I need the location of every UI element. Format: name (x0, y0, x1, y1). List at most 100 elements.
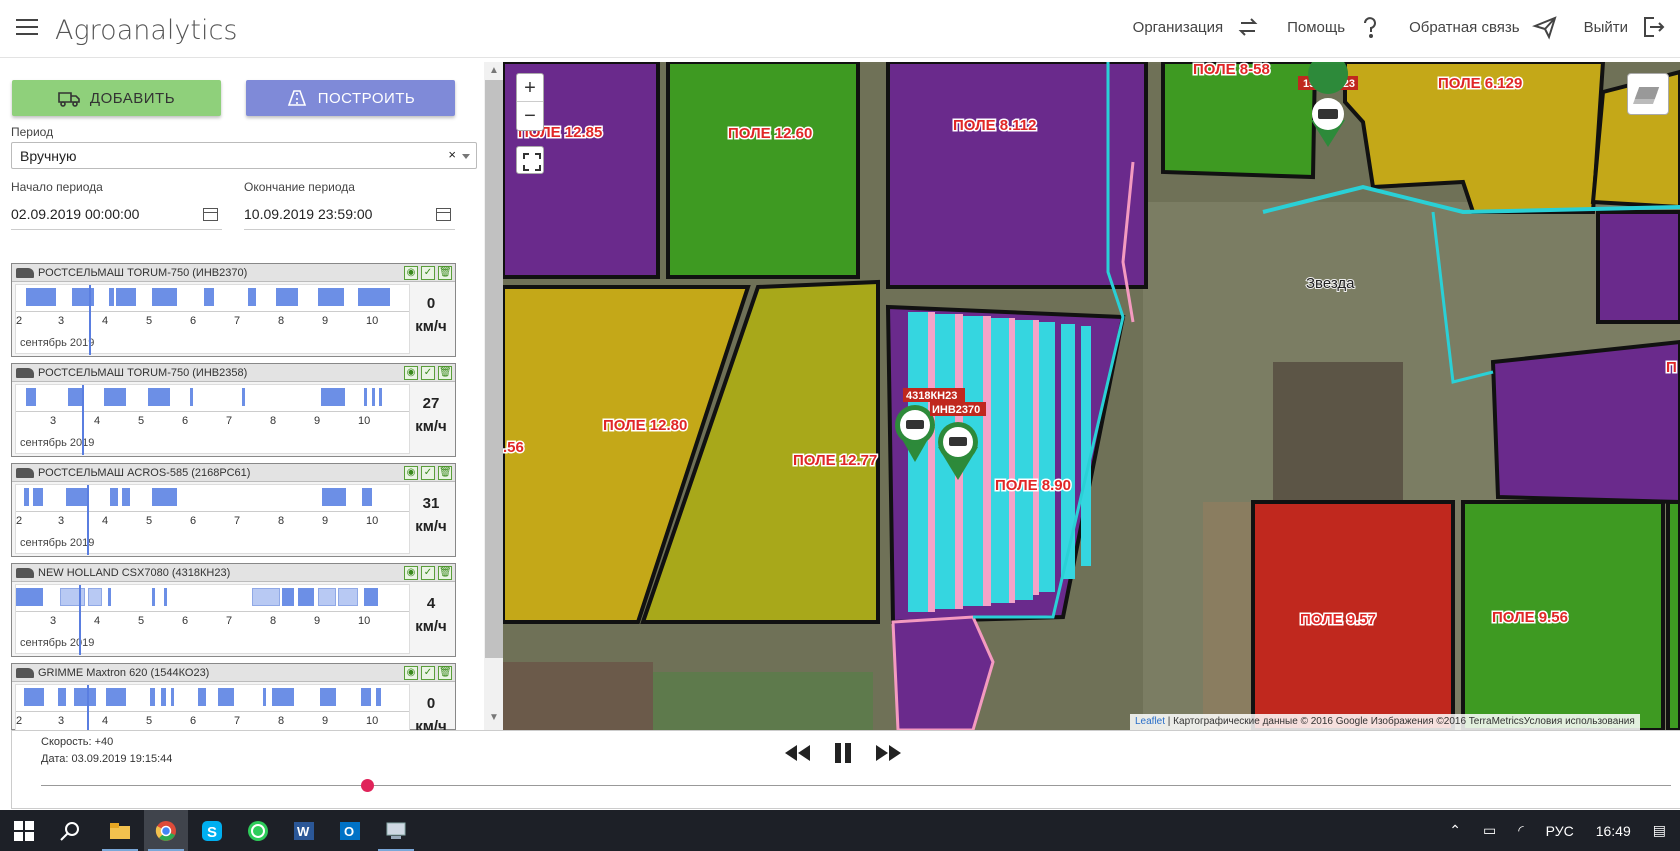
search-icon[interactable] (50, 810, 90, 851)
zoom-in-button[interactable]: + (517, 74, 543, 102)
timeline-tick: 5 (146, 715, 153, 727)
timeline-segment (190, 388, 193, 406)
file-explorer-icon[interactable] (98, 810, 142, 851)
skype-icon[interactable]: S (190, 810, 234, 851)
vehicle-card[interactable]: РОСТСЕЛЬМАШ TORUM-750 (ИНВ2370) ◉ ✓ 🗑 2 3 4 5 6 7… (11, 263, 456, 357)
period-select[interactable]: Вручную × (11, 142, 477, 169)
chevron-down-icon[interactable] (462, 154, 470, 159)
map-view[interactable]: ПОЛЕ 12.85 ПОЛЕ 12.60 ПОЛЕ 8.112 ПОЛЕ 8-… (503, 62, 1680, 730)
timeline-axis (16, 611, 409, 612)
menu-icon[interactable] (16, 19, 38, 37)
playback-slider[interactable] (41, 785, 1671, 786)
timeline-segment (171, 688, 174, 706)
wifi-icon[interactable]: ◜ (1518, 822, 1523, 839)
zoom-out-button[interactable]: − (517, 102, 543, 130)
build-button[interactable]: ПОСТРОИТЬ (246, 80, 455, 116)
timeline-cursor[interactable] (79, 585, 81, 655)
scroll-down-icon[interactable]: ▼ (487, 712, 501, 723)
checkbox-icon[interactable]: ✓ (421, 466, 435, 480)
checkbox-icon[interactable]: ✓ (421, 266, 435, 280)
binoculars-icon[interactable]: ◉ (404, 566, 418, 580)
nav-logout[interactable]: Выйти (1584, 14, 1666, 40)
start-date-field[interactable]: 02.09.2019 00:00:00 (11, 200, 222, 230)
harvester-icon (16, 668, 34, 678)
scroll-up-icon[interactable]: ▲ (487, 65, 501, 76)
calendar-icon[interactable] (436, 208, 451, 221)
timeline-cursor[interactable] (82, 385, 84, 455)
outlook-icon[interactable]: O (328, 810, 372, 851)
trash-icon[interactable]: 🗑 (438, 366, 452, 380)
vehicle-timeline[interactable]: 3 4 5 6 7 8 9 10 сентябрь 2019 (15, 384, 410, 455)
vehicle-timeline[interactable]: 2 3 4 5 6 7 8 9 10 сентябрь 2019 (15, 484, 410, 555)
timeline-tick: 7 (226, 415, 233, 427)
leaflet-link[interactable]: Leaflet (1135, 716, 1165, 727)
word-icon[interactable]: W (282, 810, 326, 851)
timeline-segment (198, 688, 206, 706)
timeline-segment (364, 388, 367, 406)
vehicle-speed: 31 км/ч (411, 492, 451, 538)
vehicle-card-actions: ◉ ✓ 🗑 (404, 666, 452, 680)
svg-text:W: W (297, 824, 310, 839)
timeline-tick: 7 (226, 615, 233, 627)
vehicle-timeline[interactable]: 3 4 5 6 7 8 9 10 сентябрь 2019 (15, 584, 410, 655)
timeline-tick: 2 (16, 715, 23, 727)
timeline-tick: 10 (366, 515, 379, 527)
binoculars-icon[interactable]: ◉ (404, 366, 418, 380)
clock[interactable]: 16:49 (1596, 823, 1631, 839)
timeline-tick: 5 (138, 615, 145, 627)
map-field (666, 62, 860, 279)
vehicle-timeline[interactable]: 2 3 4 5 6 7 8 9 10 сентябрь 2019 (15, 284, 410, 355)
trash-icon[interactable]: 🗑 (438, 666, 452, 680)
timeline-segment (263, 688, 266, 706)
trash-icon[interactable]: 🗑 (438, 566, 452, 580)
checkbox-icon[interactable]: ✓ (421, 566, 435, 580)
playback-slider-handle[interactable] (361, 779, 374, 792)
timeline-month: сентябрь 2019 (20, 537, 95, 549)
whatsapp-icon[interactable] (236, 810, 280, 851)
sidebar-scroll-thumb[interactable] (485, 80, 503, 658)
binoculars-icon[interactable]: ◉ (404, 466, 418, 480)
vehicle-card[interactable]: РОСТСЕЛЬМАШ ACROS-585 (2168РС61) ◉ ✓ 🗑 2 3 4 5 6… (11, 463, 456, 557)
clear-icon[interactable]: × (448, 147, 456, 162)
nav-feedback[interactable]: Обратная связь (1409, 14, 1558, 40)
attribution-text: | Картографические данные © 2016 Google … (1165, 716, 1635, 727)
layers-icon[interactable] (1627, 73, 1669, 115)
checkbox-icon[interactable]: ✓ (421, 366, 435, 380)
fast-forward-icon[interactable] (874, 741, 904, 765)
map-field (1666, 500, 1680, 730)
timeline-cursor[interactable] (89, 285, 91, 355)
binoculars-icon[interactable]: ◉ (404, 266, 418, 280)
timeline-cursor[interactable] (87, 485, 89, 555)
checkbox-icon[interactable]: ✓ (421, 666, 435, 680)
notifications-icon[interactable]: ▤ (1653, 822, 1666, 839)
taskbar: S W O ⌃ ▭ ◜ РУС 16:49 ▤ (0, 810, 1680, 851)
trash-icon[interactable]: 🗑 (438, 466, 452, 480)
vehicle-name: NEW HOLLAND CSX7080 (4318КН23) (38, 567, 231, 579)
nav-organization-label: Организация (1132, 18, 1224, 36)
nav-help[interactable]: Помощь (1287, 14, 1383, 40)
timeline-tick: 6 (190, 715, 197, 727)
calendar-icon[interactable] (203, 208, 218, 221)
input-language[interactable]: РУС (1546, 823, 1574, 839)
build-button-label: ПОСТРОИТЬ (317, 89, 416, 107)
trash-icon[interactable]: 🗑 (438, 266, 452, 280)
track-strip (928, 312, 935, 612)
end-date-field[interactable]: 10.09.2019 23:59:00 (244, 200, 455, 230)
vehicle-speed: 0 км/ч (411, 292, 451, 338)
add-button[interactable]: ДОБАВИТЬ (12, 80, 221, 116)
chrome-icon[interactable] (144, 810, 188, 851)
vehicle-card[interactable]: GRIMME Maxtron 620 (1544КО23) ◉ ✓ 🗑 2 3 4 5 6 7 8 9… (11, 663, 456, 755)
map-field (1490, 339, 1680, 505)
harvester-icon (16, 468, 34, 478)
rewind-icon[interactable] (782, 741, 812, 765)
remote-desktop-icon[interactable] (374, 810, 418, 851)
binoculars-icon[interactable]: ◉ (404, 666, 418, 680)
nav-organization[interactable]: Организация (1133, 14, 1261, 40)
chevron-up-icon[interactable]: ⌃ (1449, 822, 1461, 839)
battery-icon[interactable]: ▭ (1483, 822, 1496, 839)
fullscreen-icon[interactable] (516, 146, 544, 174)
vehicle-card[interactable]: NEW HOLLAND CSX7080 (4318КН23) ◉ ✓ 🗑 3 4 5 6 7 8 9… (11, 563, 456, 657)
vehicle-card[interactable]: РОСТСЕЛЬМАШ TORUM-750 (ИНВ2358) ◉ ✓ 🗑 3 4 5 6 7 8… (11, 363, 456, 457)
windows-start-icon[interactable] (4, 810, 44, 851)
pause-icon[interactable] (828, 741, 858, 765)
